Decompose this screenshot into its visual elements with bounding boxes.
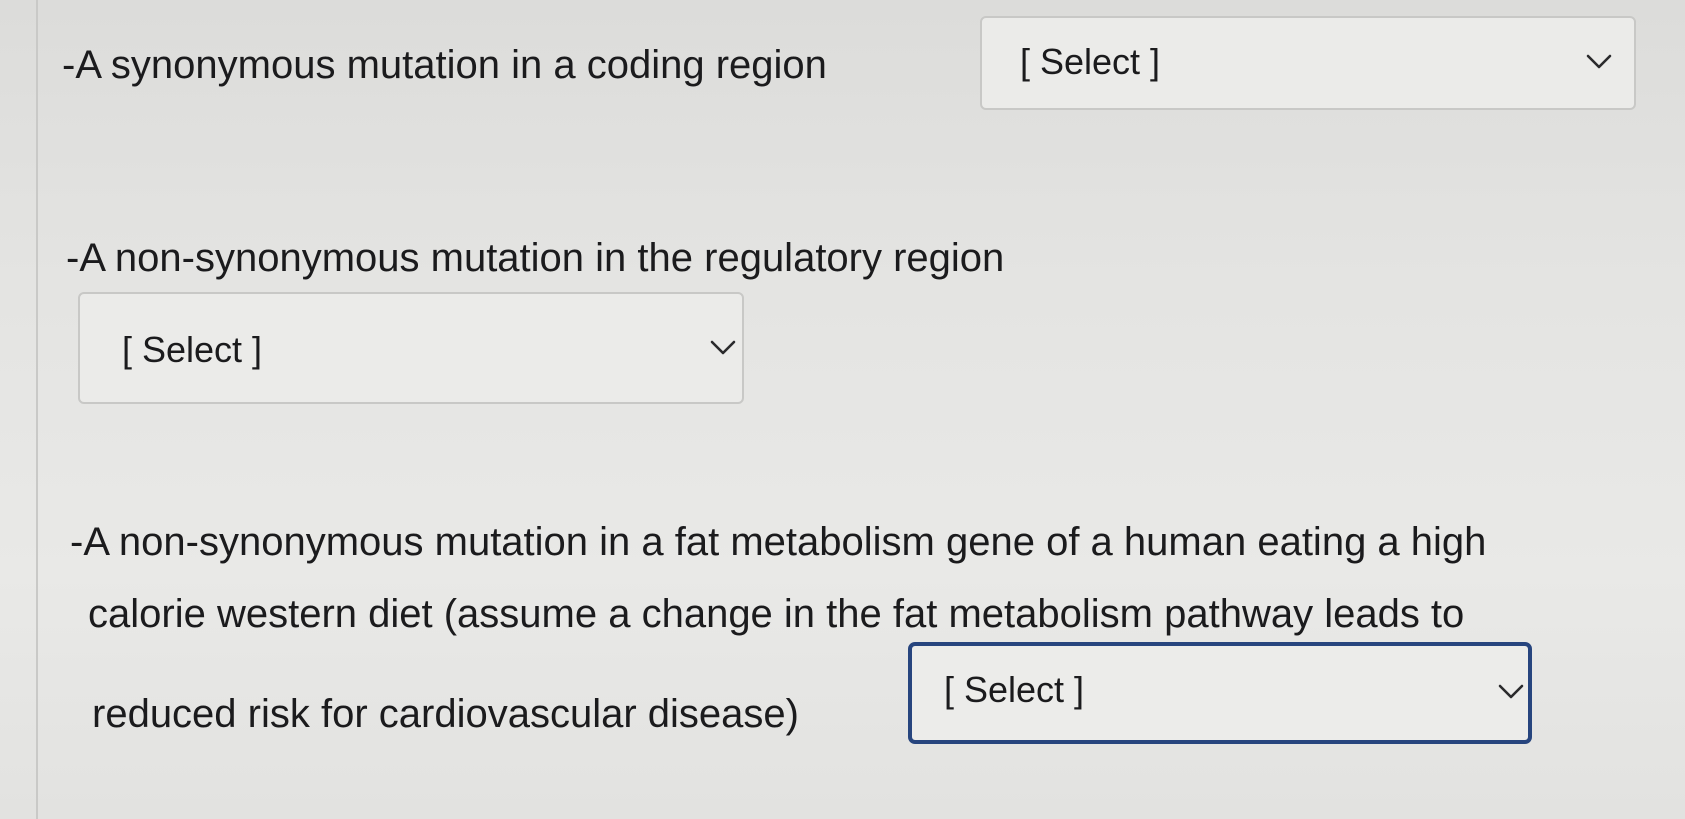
question-2-text: -A non-synonymous mutation in the regula… [66,236,1005,280]
chevron-down-icon [1498,684,1524,699]
question-1-text: -A synonymous mutation in a coding regio… [62,43,827,87]
question-3-line-2: calorie western diet (assume a change in… [88,592,1465,636]
question-3-line-3: reduced risk for cardiovascular disease) [92,692,799,736]
quiz-page: -A synonymous mutation in a coding regio… [0,0,1685,819]
question-2-select[interactable]: [ Select ] [78,292,744,404]
left-border [36,0,38,819]
question-2-select-value: [ Select ] [122,329,263,370]
question-1-select-value: [ Select ] [1020,41,1161,82]
question-3-line-1: -A non-synonymous mutation in a fat meta… [70,520,1487,564]
question-1-select[interactable]: [ Select ] [980,16,1636,110]
chevron-down-icon [1586,54,1612,69]
question-3-select[interactable]: [ Select ] [908,642,1532,744]
chevron-down-icon [710,340,736,355]
question-3-select-value: [ Select ] [944,669,1085,710]
